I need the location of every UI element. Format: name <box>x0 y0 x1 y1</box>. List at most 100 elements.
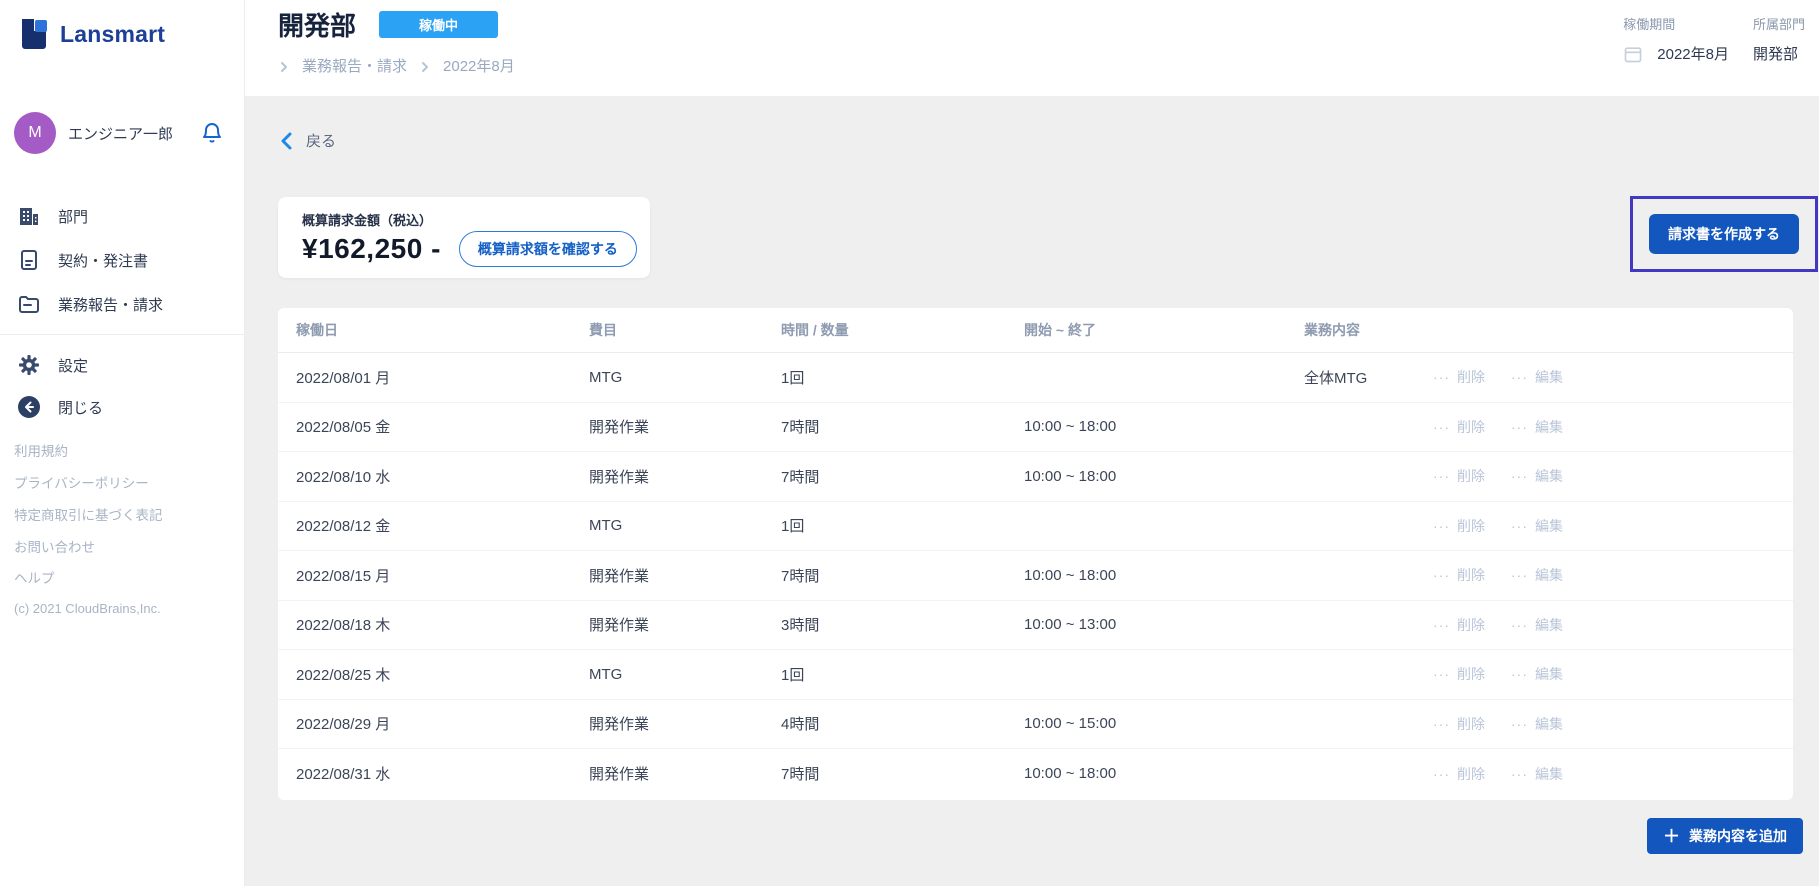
link-terms[interactable]: 利用規約 <box>14 440 68 460</box>
cell-date: 2022/08/12 金 <box>296 515 589 536</box>
edit-row-button[interactable]: ··· 編集 <box>1511 466 1563 486</box>
sidebar-item-departments[interactable]: 部門 <box>0 197 245 235</box>
create-invoice-highlight-box: 請求書を作成する <box>1630 196 1818 272</box>
ellipsis-icon: ··· <box>1433 468 1450 484</box>
add-work-item-button[interactable]: ＋ 業務内容を追加 <box>1647 818 1803 854</box>
building-icon <box>17 204 41 228</box>
edit-label: 編集 <box>1535 417 1563 437</box>
cell-item: 開発作業 <box>589 416 781 437</box>
table-row: 2022/08/25 木 MTG 1回 ··· 削除 ··· 編集 <box>278 650 1793 700</box>
department: 所属部門 開発部 <box>1753 14 1805 64</box>
link-privacy-policy[interactable]: プライバシーポリシー <box>14 472 149 492</box>
create-invoice-button[interactable]: 請求書を作成する <box>1649 214 1799 254</box>
link-help[interactable]: ヘルプ <box>14 567 55 587</box>
delete-row-button[interactable]: ··· 削除 <box>1433 615 1485 635</box>
col-header-date: 稼働日 <box>296 320 589 340</box>
ellipsis-icon: ··· <box>1433 666 1450 682</box>
confirm-estimate-button[interactable]: 概算請求額を確認する <box>459 231 637 267</box>
edit-label: 編集 <box>1535 615 1563 635</box>
delete-row-button[interactable]: ··· 削除 <box>1433 466 1485 486</box>
folder-icon <box>17 292 41 316</box>
ellipsis-icon: ··· <box>1511 419 1528 435</box>
breadcrumb-item[interactable]: 2022年8月 <box>443 55 515 76</box>
table-row: 2022/08/01 月 MTG 1回 全体MTG ··· 削除 ··· 編集 <box>278 353 1793 403</box>
sidebar-item-label: 部門 <box>58 206 88 227</box>
edit-row-button[interactable]: ··· 編集 <box>1511 417 1563 437</box>
delete-label: 削除 <box>1457 516 1485 536</box>
delete-label: 削除 <box>1457 466 1485 486</box>
row-actions: ··· 削除 ··· 編集 <box>1433 516 1793 536</box>
back-label: 戻る <box>306 130 336 151</box>
brand-logo[interactable]: Lansmart <box>16 16 165 52</box>
sidebar-item-contracts[interactable]: 契約・発注書 <box>0 241 245 279</box>
edit-label: 編集 <box>1535 764 1563 784</box>
notifications-bell-icon[interactable] <box>200 121 224 145</box>
row-actions: ··· 削除 ··· 編集 <box>1433 764 1793 784</box>
edit-label: 編集 <box>1535 714 1563 734</box>
ellipsis-icon: ··· <box>1433 766 1450 782</box>
edit-row-button[interactable]: ··· 編集 <box>1511 565 1563 585</box>
link-commerce-law[interactable]: 特定商取引に基づく表記 <box>14 504 163 524</box>
operating-period: 稼働期間 2022年8月 <box>1623 14 1729 64</box>
cell-item: 開発作業 <box>589 565 781 586</box>
cell-quantity: 4時間 <box>781 713 1024 734</box>
cell-time-range: 10:00 ~ 18:00 <box>1024 567 1304 584</box>
cell-date: 2022/08/01 月 <box>296 367 589 388</box>
ellipsis-icon: ··· <box>1433 617 1450 633</box>
edit-row-button[interactable]: ··· 編集 <box>1511 664 1563 684</box>
cell-quantity: 7時間 <box>781 416 1024 437</box>
sidebar: Lansmart M エンジニア一郎 部門 <box>0 0 245 886</box>
back-button[interactable]: 戻る <box>278 130 336 151</box>
delete-label: 削除 <box>1457 615 1485 635</box>
sidebar-divider <box>0 334 244 335</box>
cell-date: 2022/08/25 木 <box>296 664 589 685</box>
ellipsis-icon: ··· <box>1511 766 1528 782</box>
delete-row-button[interactable]: ··· 削除 <box>1433 565 1485 585</box>
chevron-right-icon <box>419 60 431 72</box>
cell-item: 開発作業 <box>589 614 781 635</box>
ellipsis-icon: ··· <box>1433 419 1450 435</box>
edit-label: 編集 <box>1535 516 1563 536</box>
table-row: 2022/08/05 金 開発作業 7時間 10:00 ~ 18:00 ··· … <box>278 403 1793 453</box>
ellipsis-icon: ··· <box>1511 468 1528 484</box>
edit-row-button[interactable]: ··· 編集 <box>1511 367 1563 387</box>
cell-quantity: 7時間 <box>781 763 1024 784</box>
delete-row-button[interactable]: ··· 削除 <box>1433 367 1485 387</box>
edit-row-button[interactable]: ··· 編集 <box>1511 615 1563 635</box>
row-actions: ··· 削除 ··· 編集 <box>1433 714 1793 734</box>
delete-row-button[interactable]: ··· 削除 <box>1433 664 1485 684</box>
breadcrumb-item[interactable]: 業務報告・請求 <box>302 55 407 76</box>
link-contact[interactable]: お問い合わせ <box>14 536 95 556</box>
sidebar-item-reports-billing[interactable]: 業務報告・請求 <box>0 285 245 323</box>
table-body: 2022/08/01 月 MTG 1回 全体MTG ··· 削除 ··· 編集 … <box>278 353 1793 799</box>
avatar[interactable]: M <box>14 112 56 154</box>
row-actions: ··· 削除 ··· 編集 <box>1433 615 1793 635</box>
delete-row-button[interactable]: ··· 削除 <box>1433 714 1485 734</box>
edit-row-button[interactable]: ··· 編集 <box>1511 764 1563 784</box>
row-actions: ··· 削除 ··· 編集 <box>1433 367 1793 387</box>
table-row: 2022/08/29 月 開発作業 4時間 10:00 ~ 15:00 ··· … <box>278 700 1793 750</box>
delete-label: 削除 <box>1457 714 1485 734</box>
delete-row-button[interactable]: ··· 削除 <box>1433 764 1485 784</box>
col-header-time-range: 開始 ~ 終了 <box>1024 320 1304 340</box>
ellipsis-icon: ··· <box>1511 518 1528 534</box>
cell-quantity: 1回 <box>781 367 1024 388</box>
edit-row-button[interactable]: ··· 編集 <box>1511 516 1563 536</box>
sidebar-item-settings[interactable]: 設定 <box>0 346 245 384</box>
sidebar-item-collapse[interactable]: 閉じる <box>0 388 245 426</box>
copyright-text: (c) 2021 CloudBrains,Inc. <box>14 601 161 616</box>
edit-row-button[interactable]: ··· 編集 <box>1511 714 1563 734</box>
delete-row-button[interactable]: ··· 削除 <box>1433 516 1485 536</box>
ellipsis-icon: ··· <box>1433 518 1450 534</box>
ellipsis-icon: ··· <box>1511 716 1528 732</box>
brand-name: Lansmart <box>60 21 165 48</box>
row-actions: ··· 削除 ··· 編集 <box>1433 417 1793 437</box>
department-label: 所属部門 <box>1753 14 1805 33</box>
ellipsis-icon: ··· <box>1511 666 1528 682</box>
ellipsis-icon: ··· <box>1511 567 1528 583</box>
delete-row-button[interactable]: ··· 削除 <box>1433 417 1485 437</box>
operating-period-label: 稼働期間 <box>1623 14 1729 33</box>
brand-logo-icon <box>16 16 52 52</box>
cell-item: 開発作業 <box>589 466 781 487</box>
ellipsis-icon: ··· <box>1511 617 1528 633</box>
